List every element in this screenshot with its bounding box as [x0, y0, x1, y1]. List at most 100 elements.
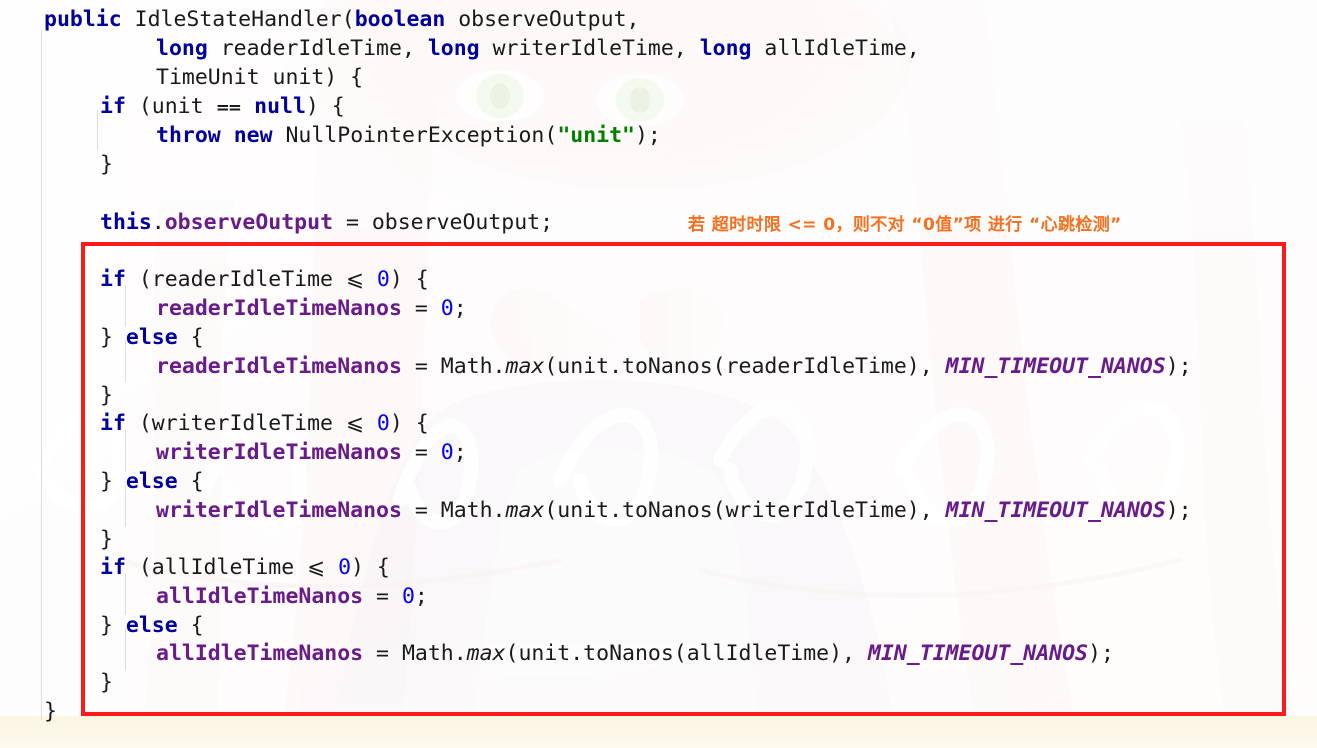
code-line[interactable]: long readerIdleTime, long writerIdleTime…: [0, 34, 920, 63]
code-token-plain: allIdleTime,: [751, 36, 920, 61]
code-token-plain: = Math.: [363, 641, 467, 666]
code-token-plain: =: [401, 296, 441, 321]
code-token-num: 0: [440, 296, 454, 321]
code-token-plain: (unit.toNanos(readerIdleTime),: [544, 354, 946, 379]
code-line[interactable]: }: [0, 525, 113, 554]
code-line[interactable]: if (allIdleTime ⩽ 0) {: [0, 553, 390, 582]
code-screenshot-root: public IdleStateHandler(boolean observeO…: [0, 0, 1317, 748]
code-line[interactable]: } else {: [0, 467, 204, 496]
code-token-fld: writerIdleTimeNanos: [156, 440, 402, 465]
code-token-plain: =: [363, 584, 402, 609]
code-line[interactable]: allIdleTimeNanos = Math.max(unit.toNanos…: [0, 639, 1114, 668]
code-line[interactable]: throw new NullPointerException("unit");: [0, 121, 661, 150]
code-token-kw: long: [427, 36, 480, 61]
code-token-kw: long: [156, 36, 208, 61]
code-line[interactable]: }: [0, 150, 113, 179]
code-token-fld: writerIdleTimeNanos: [156, 498, 402, 523]
code-token-plain: );: [1165, 354, 1192, 379]
code-token-plain: }: [100, 670, 113, 695]
code-token-plain: IdleStateHandler(: [134, 7, 355, 32]
code-token-plain: }: [100, 469, 126, 494]
code-line[interactable]: public IdleStateHandler(boolean observeO…: [0, 5, 639, 34]
code-token-plain: ) {: [389, 267, 429, 292]
code-token-plain: {: [177, 469, 204, 494]
code-token-plain: ;: [414, 584, 428, 609]
code-line[interactable]: this.observeOutput = observeOutput;: [0, 208, 553, 237]
code-token-kw: else: [125, 613, 178, 638]
code-token-plain: }: [100, 383, 113, 408]
code-token-plain: observeOutput,: [445, 7, 640, 32]
code-token-plain: }: [100, 152, 113, 177]
annotation-text: 若 超时时限 <= 0，则不对 “0值”项 进行 “心跳检测”: [688, 215, 1122, 235]
code-token-plain: ⩽: [345, 267, 364, 292]
code-token-kw: long: [699, 36, 752, 61]
code-token-plain: = observeOutput;: [333, 210, 554, 235]
source-code-block[interactable]: public IdleStateHandler(boolean observeO…: [0, 0, 1317, 748]
code-token-plain: ) {: [389, 411, 429, 436]
code-token-kw: else: [125, 469, 178, 494]
code-token-kw: if: [100, 94, 126, 119]
code-line[interactable]: if (readerIdleTime ⩽ 0) {: [0, 265, 429, 294]
code-token-num: 0: [376, 411, 390, 436]
code-token-kw: if: [100, 267, 126, 292]
code-token-str: "unit": [557, 123, 635, 148]
code-line[interactable]: allIdleTimeNanos = 0;: [0, 582, 428, 611]
code-line[interactable]: [0, 179, 100, 208]
code-token-num: 0: [376, 267, 390, 292]
code-token-plain: readerIdleTime,: [207, 36, 428, 61]
code-token-plain: (unit: [125, 94, 217, 119]
code-token-meth: max: [466, 641, 506, 666]
code-token-plain: }: [100, 325, 126, 350]
code-token-num: 0: [401, 584, 415, 609]
code-line[interactable]: readerIdleTimeNanos = 0;: [0, 294, 467, 323]
code-token-kw: this: [100, 210, 152, 235]
code-token-plain: = Math.: [401, 498, 506, 523]
code-token-plain: NullPointerException(: [272, 123, 558, 148]
code-token-plain: (allIdleTime: [125, 555, 308, 580]
code-token-kw: throw: [156, 123, 221, 148]
code-line[interactable]: [0, 237, 100, 266]
code-token-kw: null: [254, 94, 306, 119]
code-token-plain: writerIdleTime,: [479, 36, 700, 61]
code-line[interactable]: if (unit ⩵ null) {: [0, 92, 345, 121]
code-line[interactable]: TimeUnit unit) {: [0, 63, 363, 92]
code-line[interactable]: writerIdleTimeNanos = 0;: [0, 438, 467, 467]
code-token-plain: ;: [453, 296, 467, 321]
code-token-stat: MIN_TIMEOUT_NANOS: [945, 498, 1166, 523]
code-line[interactable]: } else {: [0, 323, 204, 352]
code-token-plain: );: [1088, 641, 1114, 666]
code-token-plain: {: [177, 325, 204, 350]
code-line[interactable]: readerIdleTimeNanos = Math.max(unit.toNa…: [0, 352, 1192, 381]
code-token-kw: if: [100, 411, 126, 436]
code-line[interactable]: if (writerIdleTime ⩽ 0) {: [0, 409, 429, 438]
code-token-meth: max: [505, 498, 545, 523]
code-token-num: 0: [440, 440, 454, 465]
code-line[interactable]: }: [0, 668, 113, 697]
code-token-plain: (unit.toNanos(writerIdleTime),: [544, 498, 946, 523]
code-token-kw: else: [125, 325, 178, 350]
code-token-fld: allIdleTimeNanos: [156, 584, 364, 609]
code-token-fld: readerIdleTimeNanos: [156, 296, 402, 321]
code-token-kw: public: [44, 7, 122, 32]
code-line[interactable]: }: [0, 381, 113, 410]
code-token-plain: =: [401, 440, 441, 465]
code-token-plain: ⩵: [216, 94, 242, 119]
code-token-kw: new: [233, 123, 273, 148]
code-line[interactable]: writerIdleTimeNanos = Math.max(unit.toNa…: [0, 496, 1192, 525]
code-token-num: 0: [338, 555, 352, 580]
code-token-fld: allIdleTimeNanos: [156, 641, 364, 666]
code-token-plain: ) {: [351, 555, 390, 580]
code-token-plain: }: [100, 613, 126, 638]
code-token-meth: max: [505, 354, 545, 379]
code-token-fld: readerIdleTimeNanos: [156, 354, 402, 379]
code-token-plain: = Math.: [401, 354, 506, 379]
code-token-stat: MIN_TIMEOUT_NANOS: [945, 354, 1166, 379]
code-line[interactable]: }: [0, 697, 57, 726]
code-line[interactable]: } else {: [0, 611, 204, 640]
code-token-fld: observeOutput: [164, 210, 334, 235]
